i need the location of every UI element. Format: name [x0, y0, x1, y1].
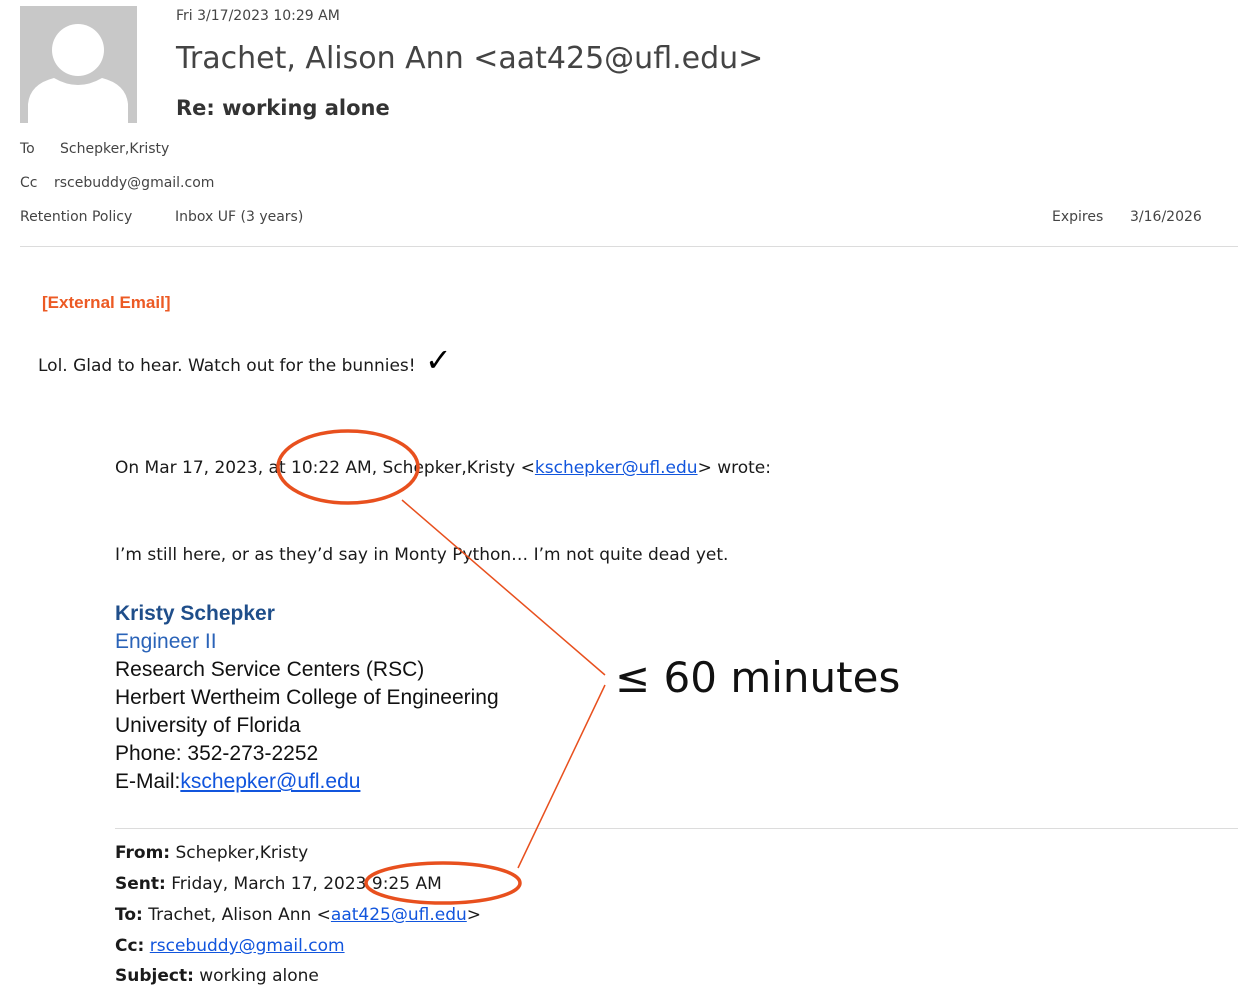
original-subject-row: Subject: working alone [115, 966, 319, 986]
message-subject: Re: working alone [176, 96, 390, 120]
signature-name: Kristy Schepker [115, 602, 275, 625]
original-to-label: To: [115, 905, 143, 925]
original-subject-label: Subject: [115, 966, 194, 986]
original-cc-link[interactable]: rscebuddy@gmail.com [150, 936, 345, 956]
original-sent-row: Sent: Friday, March 17, 2023 9:25 AM [115, 874, 442, 894]
reply-text: Lol. Glad to hear. Watch out for the bun… [38, 356, 416, 376]
quote-divider [115, 828, 1238, 829]
original-sent-value: Friday, March 17, 2023 9:25 AM [171, 874, 442, 894]
cc-label: Cc [20, 175, 38, 191]
signature-email-link[interactable]: kschepker@ufl.edu [180, 770, 360, 793]
original-to-close: > [466, 905, 482, 925]
signature-title: Engineer II [115, 630, 217, 653]
retention-label: Retention Policy [20, 209, 133, 225]
annotation-overlay [276, 429, 606, 905]
to-recipient[interactable]: Schepker,Kristy [60, 141, 169, 157]
original-to-email-link[interactable]: aat425@ufl.edu [331, 905, 467, 925]
original-cc-row: Cc: rscebuddy@gmail.com [115, 936, 345, 956]
original-subject-value: working alone [199, 966, 319, 986]
original-cc-label: Cc: [115, 936, 145, 956]
expires-row: Expires 3/16/2026 [1052, 209, 1202, 225]
signature-email-label: E-Mail: [115, 770, 181, 793]
original-sent-label: Sent: [115, 874, 166, 894]
original-from-label: From: [115, 843, 171, 863]
signature-phone: Phone: 352-273-2252 [115, 742, 319, 765]
quote-header-end: > wrote: [697, 458, 771, 478]
signature-org: Research Service Centers (RSC) [115, 658, 425, 681]
original-from-row: From: Schepker,Kristy [115, 843, 308, 863]
expires-label: Expires [1052, 209, 1104, 225]
avatar [20, 6, 137, 123]
signature-university: University of Florida [115, 714, 301, 737]
retention-row: Retention Policy Inbox UF (3 years) [20, 209, 303, 225]
annotation-connector-bottom [517, 684, 606, 869]
quote-header: On Mar 17, 2023, at 10:22 AM, Schepker,K… [115, 458, 771, 478]
to-row: To Schepker,Kristy [20, 141, 169, 157]
header-divider [20, 246, 1238, 247]
sender[interactable]: Trachet, Alison Ann <aat425@ufl.edu> [176, 41, 763, 76]
to-label: To [20, 141, 35, 157]
original-to-row: To: Trachet, Alison Ann <aat425@ufl.edu> [115, 905, 481, 925]
message-date: Fri 3/17/2023 10:29 AM [176, 8, 340, 24]
retention-value: Inbox UF (3 years) [175, 209, 304, 225]
reply-text-line: Lol. Glad to hear. Watch out for the bun… [38, 344, 452, 376]
cc-recipient[interactable]: rscebuddy@gmail.com [54, 175, 214, 191]
original-to-name: Trachet, Alison Ann < [148, 905, 331, 925]
signature-college: Herbert Wertheim College of Engineering [115, 686, 499, 709]
signature-email-row: E-Mail:kschepker@ufl.edu [115, 770, 360, 794]
person-silhouette-icon [28, 24, 128, 123]
external-email-tag: [External Email] [42, 293, 171, 312]
quoted-message: I’m still here, or as they’d say in Mont… [115, 545, 729, 565]
annotation-label: ≤ 60 minutes [615, 653, 901, 702]
quote-email-link[interactable]: kschepker@ufl.edu [535, 458, 698, 478]
quote-header-text: On Mar 17, 2023, at 10:22 AM, Schepker,K… [115, 458, 535, 478]
expires-value: 3/16/2026 [1130, 209, 1202, 225]
cc-row: Cc rscebuddy@gmail.com [20, 175, 214, 191]
checkmark-icon: ✓ [425, 341, 452, 379]
original-from-value: Schepker,Kristy [175, 843, 309, 863]
annotation-connector-top [401, 499, 606, 676]
